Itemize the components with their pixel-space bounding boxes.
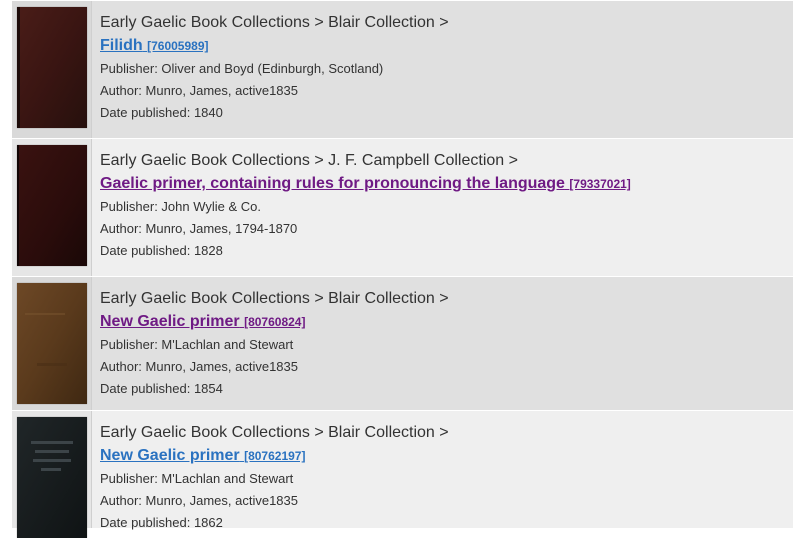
date-published-text: Date published: 1862 [100,515,223,530]
author-text: Author: Munro, James, active1835 [100,493,298,508]
breadcrumb: Early Gaelic Book Collections > J. F. Ca… [100,152,518,169]
result-title-line: New Gaelic primer [80762197] [100,444,793,468]
breadcrumb: Early Gaelic Book Collections > Blair Co… [100,14,449,31]
date-published-text: Date published: 1840 [100,105,223,120]
result-id: [80760824] [244,315,306,329]
author-text: Author: Munro, James, 1794-1870 [100,221,298,236]
thumbnail-cell [12,139,92,276]
result-title: Filidh [100,37,143,54]
result-title-line: Filidh [76005989] [100,34,793,58]
result-title-link[interactable]: Gaelic primer, containing rules for pron… [100,175,631,192]
result-details: Early Gaelic Book Collections > J. F. Ca… [92,139,793,276]
thumbnail-cell [12,1,92,138]
result-item: Early Gaelic Book Collections > Blair Co… [12,0,793,138]
result-title-link[interactable]: New Gaelic primer [80760824] [100,313,305,330]
thumbnail-cell [12,411,92,538]
result-details: Early Gaelic Book Collections > Blair Co… [92,1,793,138]
result-details: Early Gaelic Book Collections > Blair Co… [92,277,793,410]
author-text: Author: Munro, James, active1835 [100,83,298,98]
date-published-text: Date published: 1828 [100,243,223,258]
author-text: Author: Munro, James, active1835 [100,359,298,374]
book-cover-thumbnail[interactable] [16,7,87,128]
publisher-text: Publisher: M'Lachlan and Stewart [100,337,294,352]
result-title-line: Gaelic primer, containing rules for pron… [100,172,793,196]
book-cover-thumbnail[interactable] [16,145,87,266]
publisher-text: Publisher: M'Lachlan and Stewart [100,471,294,486]
thumbnail-cell [12,277,92,410]
publisher-text: Publisher: Oliver and Boyd (Edinburgh, S… [100,61,384,76]
book-cover-thumbnail[interactable] [16,283,87,404]
result-item: Early Gaelic Book Collections > Blair Co… [12,276,793,410]
result-id: [76005989] [147,39,209,53]
result-title: Gaelic primer, containing rules for pron… [100,175,565,192]
book-cover-thumbnail[interactable] [16,417,87,538]
result-item: Early Gaelic Book Collections > Blair Co… [12,410,793,538]
breadcrumb: Early Gaelic Book Collections > Blair Co… [100,424,449,441]
result-title-link[interactable]: New Gaelic primer [80762197] [100,447,305,464]
search-results-list: Early Gaelic Book Collections > Blair Co… [12,0,793,538]
result-title-link[interactable]: Filidh [76005989] [100,37,209,54]
result-title: New Gaelic primer [100,447,240,464]
result-id: [79337021] [569,177,631,191]
breadcrumb: Early Gaelic Book Collections > Blair Co… [100,290,449,307]
publisher-text: Publisher: John Wylie & Co. [100,199,262,214]
date-published-text: Date published: 1854 [100,381,223,396]
result-title: New Gaelic primer [100,313,240,330]
result-item: Early Gaelic Book Collections > J. F. Ca… [12,138,793,276]
result-id: [80762197] [244,449,306,463]
result-details: Early Gaelic Book Collections > Blair Co… [92,411,793,530]
result-title-line: New Gaelic primer [80760824] [100,310,793,334]
